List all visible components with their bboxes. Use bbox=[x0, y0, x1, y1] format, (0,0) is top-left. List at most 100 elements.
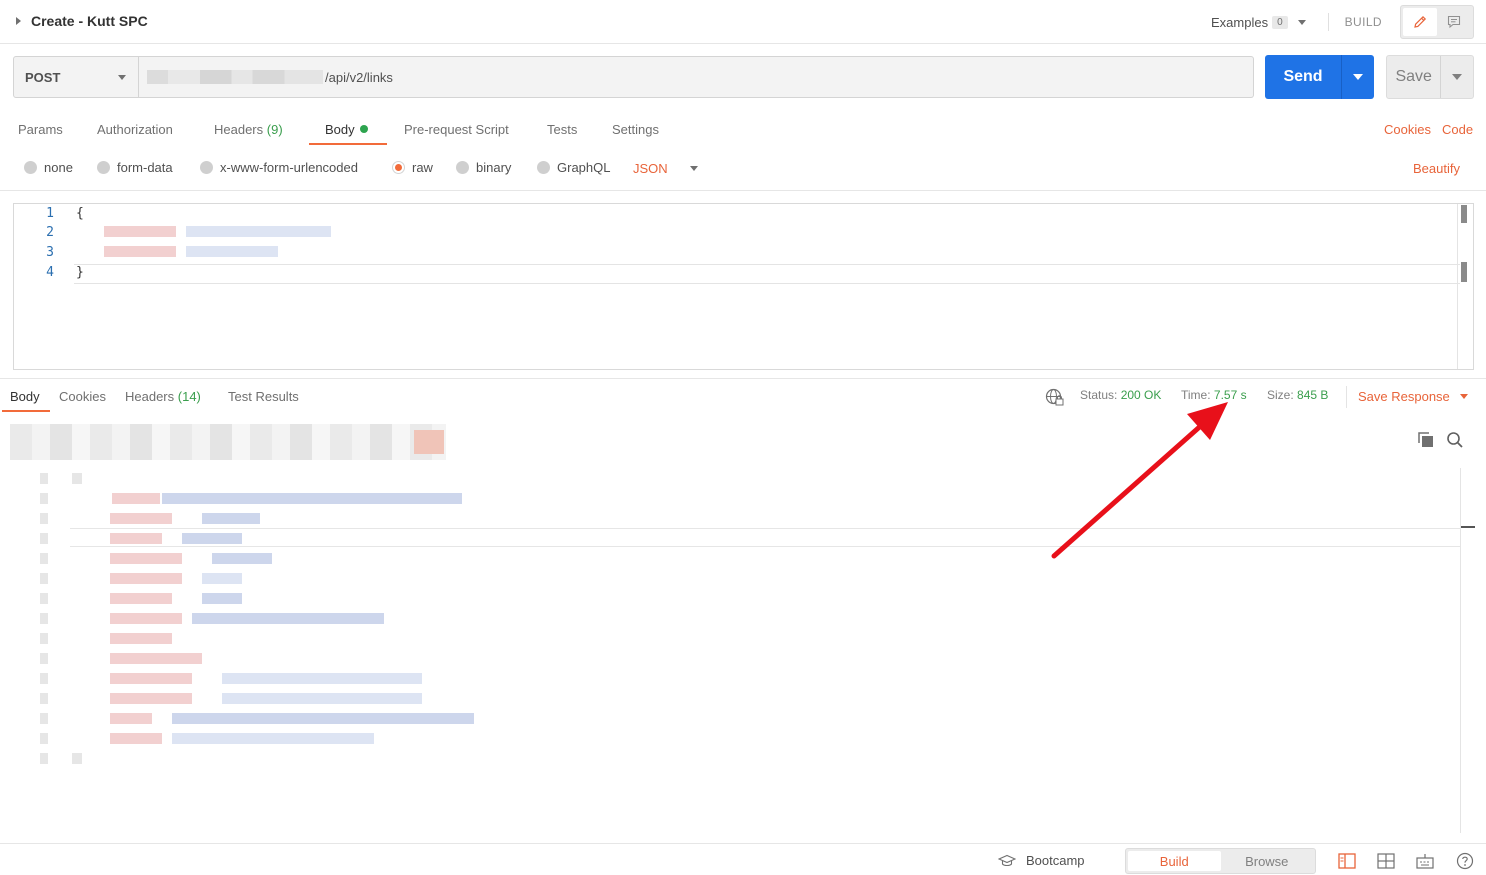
redacted-key bbox=[110, 633, 172, 644]
response-scrollbar[interactable] bbox=[1460, 468, 1475, 833]
url-path: /api/v2/links bbox=[325, 69, 393, 85]
url-input[interactable]: /api/v2/links bbox=[139, 56, 1254, 98]
redacted-line-number bbox=[40, 633, 48, 644]
radio-graphql[interactable]: GraphQL bbox=[537, 160, 610, 175]
divider bbox=[0, 378, 1486, 379]
request-title-toggle[interactable]: Create - Kutt SPC bbox=[16, 13, 148, 29]
redacted-value bbox=[172, 733, 374, 744]
view-mode-toggle bbox=[1400, 5, 1474, 39]
save-button-group: Save bbox=[1386, 55, 1474, 99]
copy-icon[interactable] bbox=[1417, 431, 1435, 452]
method-select[interactable]: POST bbox=[13, 56, 139, 98]
radio-label: raw bbox=[412, 160, 433, 175]
time-label: Time: bbox=[1181, 388, 1211, 402]
cookies-link[interactable]: Cookies bbox=[1384, 122, 1431, 137]
scrollbar-marker bbox=[1461, 262, 1467, 282]
redacted-key bbox=[110, 513, 172, 524]
grid-icon[interactable] bbox=[1377, 852, 1395, 870]
redacted-value bbox=[162, 493, 462, 504]
tab-pre-request-script[interactable]: Pre-request Script bbox=[404, 122, 509, 137]
save-response-dropdown[interactable]: Save Response bbox=[1358, 389, 1468, 404]
tab-authorization[interactable]: Authorization bbox=[97, 122, 173, 137]
request-body-editor[interactable]: 1 2 3 4 { } bbox=[13, 203, 1474, 370]
response-tab-body[interactable]: Body bbox=[10, 389, 40, 404]
response-tab-test-results[interactable]: Test Results bbox=[228, 389, 299, 404]
browse-toggle-button[interactable]: Browse bbox=[1221, 851, 1314, 871]
redacted-brace bbox=[72, 473, 82, 484]
redacted-value bbox=[182, 533, 242, 544]
beautify-link[interactable]: Beautify bbox=[1413, 161, 1460, 176]
redacted-line-number bbox=[40, 693, 48, 704]
redacted-line-number bbox=[40, 553, 48, 564]
redacted-value bbox=[172, 713, 474, 724]
examples-dropdown[interactable]: Examples 0 bbox=[1211, 15, 1306, 30]
code-line-1: { bbox=[76, 206, 84, 221]
response-tab-cookies[interactable]: Cookies bbox=[59, 389, 106, 404]
tab-params[interactable]: Params bbox=[18, 122, 63, 137]
tab-body[interactable]: Body bbox=[325, 122, 368, 137]
redacted-brace bbox=[72, 753, 82, 764]
divider bbox=[1346, 386, 1347, 408]
redacted-key bbox=[110, 693, 192, 704]
redacted-line-number bbox=[40, 613, 48, 624]
send-options-button[interactable] bbox=[1341, 55, 1374, 99]
response-tabs: Body Cookies Headers (14) Test Results S… bbox=[0, 382, 1486, 412]
examples-label: Examples bbox=[1211, 14, 1269, 30]
send-button-group: Send bbox=[1265, 55, 1374, 99]
save-options-button[interactable] bbox=[1440, 56, 1473, 98]
body-mode-selector: none form-data x-www-form-urlencoded raw… bbox=[0, 154, 1486, 182]
code-line-4: } bbox=[76, 265, 84, 280]
chevron-down-icon bbox=[118, 75, 126, 80]
response-body-viewer[interactable] bbox=[30, 465, 1460, 840]
scrollbar-thumb[interactable] bbox=[1461, 205, 1467, 223]
redacted-key bbox=[110, 573, 182, 584]
radio-circle bbox=[537, 161, 550, 174]
radio-binary[interactable]: binary bbox=[456, 160, 511, 175]
save-button[interactable]: Save bbox=[1387, 56, 1440, 98]
time-meta[interactable]: Time: 7.57 s bbox=[1181, 388, 1247, 402]
radio-circle bbox=[24, 161, 37, 174]
build-mode-label: BUILD bbox=[1344, 15, 1382, 29]
send-button[interactable]: Send bbox=[1265, 55, 1341, 99]
code-link[interactable]: Code bbox=[1442, 122, 1473, 137]
editor-scrollbar[interactable] bbox=[1457, 204, 1471, 369]
status-meta: Status: 200 OK bbox=[1080, 388, 1161, 402]
radio-label: none bbox=[44, 160, 73, 175]
chevron-down-icon bbox=[689, 166, 698, 171]
globe-lock-icon[interactable] bbox=[1045, 388, 1064, 410]
redacted-line-number bbox=[40, 473, 48, 484]
radio-urlencoded[interactable]: x-www-form-urlencoded bbox=[200, 160, 358, 175]
comment-icon bbox=[1447, 15, 1461, 29]
search-icon[interactable] bbox=[1446, 431, 1464, 452]
keyboard-icon[interactable] bbox=[1416, 852, 1434, 870]
redacted-key bbox=[110, 553, 182, 564]
method-value: POST bbox=[25, 69, 61, 85]
build-browse-toggle: Build Browse bbox=[1125, 848, 1316, 874]
size-meta[interactable]: Size: 845 B bbox=[1267, 388, 1328, 402]
help-icon[interactable] bbox=[1456, 852, 1474, 870]
redacted-value bbox=[202, 513, 260, 524]
bootcamp-label: Bootcamp bbox=[1026, 853, 1085, 868]
line-number: 2 bbox=[46, 225, 54, 240]
response-tab-headers[interactable]: Headers (14) bbox=[125, 389, 201, 404]
status-bar: Bootcamp Build Browse bbox=[0, 843, 1486, 875]
examples-count-badge: 0 bbox=[1272, 15, 1288, 29]
radio-raw[interactable]: raw bbox=[392, 160, 433, 175]
tab-headers[interactable]: Headers (9) bbox=[214, 122, 283, 137]
tab-tests[interactable]: Tests bbox=[547, 122, 577, 137]
redacted-line-number bbox=[40, 673, 48, 684]
radio-none[interactable]: none bbox=[24, 160, 73, 175]
edit-mode-button[interactable] bbox=[1403, 8, 1437, 36]
radio-form-data[interactable]: form-data bbox=[97, 160, 173, 175]
format-select[interactable]: JSON bbox=[633, 161, 698, 176]
redacted-value bbox=[222, 673, 422, 684]
redacted-host bbox=[147, 70, 323, 84]
build-toggle-button[interactable]: Build bbox=[1128, 851, 1221, 871]
redacted-line-number bbox=[40, 733, 48, 744]
tab-settings[interactable]: Settings bbox=[612, 122, 659, 137]
size-value: 845 B bbox=[1297, 388, 1329, 402]
two-pane-icon[interactable] bbox=[1338, 852, 1356, 870]
radio-label: binary bbox=[476, 160, 512, 175]
bootcamp-button[interactable]: Bootcamp bbox=[998, 853, 1085, 868]
comments-button[interactable] bbox=[1437, 8, 1471, 36]
